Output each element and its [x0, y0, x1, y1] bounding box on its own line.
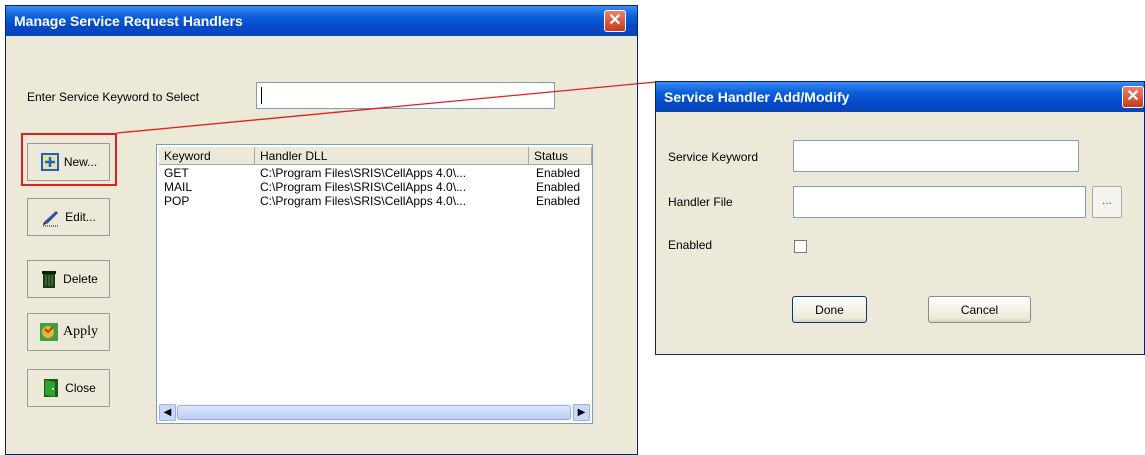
- cancel-button[interactable]: Cancel: [928, 296, 1031, 323]
- add-modify-titlebar[interactable]: Service Handler Add/Modify: [656, 82, 1144, 112]
- add-modify-title: Service Handler Add/Modify: [664, 89, 850, 105]
- browse-button[interactable]: ...: [1092, 186, 1122, 218]
- cancel-button-label: Cancel: [960, 302, 999, 317]
- handler-file-input[interactable]: [793, 186, 1086, 218]
- browse-button-label: ...: [1101, 193, 1112, 207]
- handler-file-label: Handler File: [668, 195, 733, 209]
- service-keyword-label: Service Keyword: [668, 150, 759, 164]
- close-icon: ✕: [1126, 88, 1140, 105]
- enabled-checkbox[interactable]: [794, 240, 807, 253]
- add-modify-close-button[interactable]: ✕: [1122, 86, 1144, 108]
- done-button[interactable]: Done: [792, 296, 867, 323]
- done-button-label: Done: [815, 302, 844, 317]
- enabled-label: Enabled: [668, 238, 713, 252]
- service-keyword-input[interactable]: [793, 140, 1079, 172]
- add-modify-window: Service Handler Add/Modify ✕ Service Key…: [655, 81, 1145, 355]
